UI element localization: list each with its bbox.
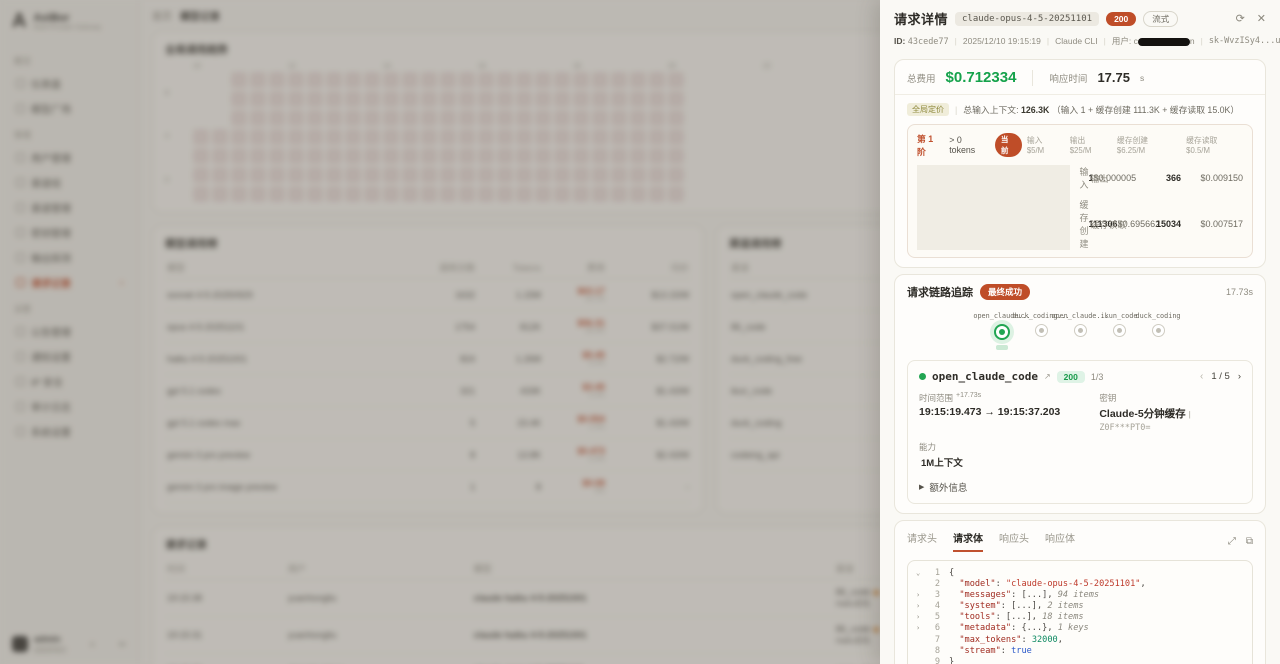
latency-unit: s (1140, 73, 1144, 83)
tab-inactive[interactable]: 响应体 (1045, 530, 1075, 552)
request-detail-drawer: 请求详情 claude-opus-4-5-20251101 200 流式 ⟳ ✕… (880, 0, 1280, 664)
line-number: 5 (926, 613, 940, 623)
attempt-count: 1/3 (1091, 372, 1104, 382)
payload-card: 请求头请求体响应头响应体 ⤢ ⧉ ⌄1{2 "model": "claude-o… (894, 520, 1266, 664)
code-line: ⌄1{ (916, 568, 1244, 579)
channel-status-badge: 200 (1057, 371, 1085, 383)
tier-range: > 0 tokens (949, 135, 990, 155)
total-cost-label: 总费用 (907, 71, 936, 85)
tier-number: 第 1 阶 (917, 132, 944, 158)
fold-toggle-icon[interactable]: ⌄ (916, 569, 926, 579)
line-number: 8 (926, 647, 940, 657)
screen: A AxiBor Multi-Provider Gateway 概览仪表盘模型广… (0, 0, 1280, 664)
tab-inactive[interactable]: 响应头 (999, 530, 1029, 552)
line-number: 4 (926, 602, 940, 612)
line-number: 1 (926, 569, 940, 579)
client-name: Claude CLI (1055, 36, 1098, 46)
refresh-icon[interactable]: ⟳ (1236, 12, 1245, 25)
close-icon[interactable]: ✕ (1257, 12, 1266, 25)
fold-toggle-icon[interactable]: › (916, 613, 926, 623)
code-line: 9} (916, 657, 1244, 664)
trace-node-idle-icon (1074, 324, 1087, 337)
model-pill: claude-opus-4-5-20251101 (955, 12, 1099, 26)
code-line: 8 "stream": true (916, 646, 1244, 657)
code-line: ›3 "messages": [...], 94 items (916, 590, 1244, 601)
code-line: ›5 "tools": [...], 18 items (916, 613, 1244, 624)
trace-node[interactable]: open_claude... (1061, 312, 1100, 350)
capability-field: 能力 1M上下文 (919, 441, 1241, 469)
request-time: 2025/12/10 19:15:19 (963, 36, 1041, 46)
tier-cell-output: 输出 366 $0.009150 (1091, 165, 1244, 191)
tier-cell-cache-read: 缓存读取 15034 $0.007517 (1091, 198, 1244, 250)
pager-page: 1 / 5 (1211, 371, 1230, 382)
line-number: 7 (926, 636, 940, 646)
stream-badge: 流式 (1143, 11, 1178, 27)
line-number: 2 (926, 580, 940, 590)
fold-toggle-icon[interactable]: › (916, 602, 926, 612)
cost-card: 总费用 $0.712334 响应时间 17.75 s 全局定价 | 总输入上下文… (894, 59, 1266, 268)
tier-current-badge: 当前 (995, 133, 1022, 157)
trace-node-idle-icon (1035, 324, 1048, 337)
code-line: 2 "model": "claude-opus-4-5-20251101", (916, 579, 1244, 590)
line-number: 6 (926, 624, 940, 634)
total-cost-value: $0.712334 (946, 69, 1017, 86)
request-meta: ID: 43cede77 | 2025/12/10 19:15:19 | Cla… (894, 35, 1266, 47)
trace-node[interactable]: ikun_code (1100, 312, 1139, 350)
fold-spacer (916, 636, 926, 646)
external-link-icon[interactable]: ↗ (1044, 372, 1051, 381)
line-number: 9 (926, 658, 940, 664)
trace-node-success-icon (994, 324, 1010, 340)
trace-node-idle-icon (1113, 324, 1126, 337)
pager-next-icon[interactable]: › (1238, 371, 1241, 382)
copy-icon[interactable]: ⧉ (1246, 536, 1253, 547)
context-summary: 全局定价 | 总输入上下文: 126.3K （输入 1 + 缓存创建 111.3… (907, 103, 1253, 116)
id-label: ID: (894, 36, 905, 46)
redacted-username (1138, 38, 1190, 46)
trace-title: 请求链路追踪 (907, 284, 973, 300)
tier-unit-prices: 输入 $5/M 输出 $25/M 缓存创建 $6.25/M 缓存读取 $0.5/… (1027, 135, 1243, 155)
key-field: 密钥 Claude-5分钟缓存 | Z0F***PT0= (1099, 392, 1241, 433)
tab-active[interactable]: 请求体 (953, 530, 983, 552)
request-user: 用户: cn (1112, 35, 1195, 47)
drawer-header: 请求详情 claude-opus-4-5-20251101 200 流式 ⟳ ✕… (880, 0, 1280, 53)
drawer-title: 请求详情 (894, 9, 948, 28)
trace-duration: 17.73s (1226, 287, 1253, 297)
fold-toggle-icon[interactable]: › (916, 591, 926, 601)
status-code-badge: 200 (1106, 12, 1136, 26)
code-line: 7 "max_tokens": 32000, (916, 635, 1244, 646)
extra-info-toggle[interactable]: ▶ 额外信息 (919, 480, 1241, 494)
trace-detail-card: open_claude_code ↗ 200 1/3 ‹ 1 / 5 › 时间范… (907, 360, 1253, 504)
tier-cell-cache-create: 缓存创建 111306 $0.695662 (1080, 198, 1081, 250)
trace-node-idle-icon (1152, 324, 1165, 337)
trace-pager: ‹ 1 / 5 › (1200, 371, 1241, 382)
time-range-field: 时间范围+17.73s 19:15:19.473 → 19:15:37.203 (919, 392, 1099, 433)
success-dot-icon (919, 373, 926, 380)
channel-name: open_claude_code (932, 370, 1038, 383)
collapse-all-icon[interactable]: ⤢ (1228, 536, 1236, 547)
tier-pricing-card: 第 1 阶 > 0 tokens 当前 输入 $5/M 输出 $25/M 缓存创… (907, 124, 1253, 258)
json-viewer[interactable]: ⌄1{2 "model": "claude-opus-4-5-20251101"… (907, 560, 1253, 664)
request-id: 43cede77 (908, 37, 949, 47)
fold-spacer (916, 658, 926, 664)
pricing-badge: 全局定价 (907, 103, 949, 116)
code-line: ›6 "metadata": {...}, 1 keys (916, 624, 1244, 635)
trace-node-label: duck_coding (1136, 312, 1181, 320)
api-key: sk-WvzISy4...uwgB (1209, 36, 1280, 46)
latency-value: 17.75 (1097, 70, 1130, 85)
fold-spacer (916, 647, 926, 657)
trace-node-label: ikun_code (1101, 312, 1138, 320)
pager-prev-icon[interactable]: ‹ (1200, 371, 1203, 382)
trace-final-badge: 最终成功 (980, 284, 1030, 300)
tier-cell-input: 输入 1 $0.000005 (1080, 165, 1081, 191)
trace-card: 请求链路追踪 最终成功 17.73s open_claude... duck_co… (894, 274, 1266, 514)
fold-toggle-icon[interactable]: › (916, 624, 926, 634)
triangle-icon: ▶ (919, 483, 924, 491)
line-number: 3 (926, 591, 940, 601)
fold-spacer (916, 580, 926, 590)
latency-label: 响应时间 (1049, 71, 1087, 85)
code-line: ›4 "system": [...], 2 items (916, 601, 1244, 612)
tab-inactive[interactable]: 请求头 (907, 530, 937, 552)
trace-node[interactable]: duck_coding (1139, 312, 1178, 350)
